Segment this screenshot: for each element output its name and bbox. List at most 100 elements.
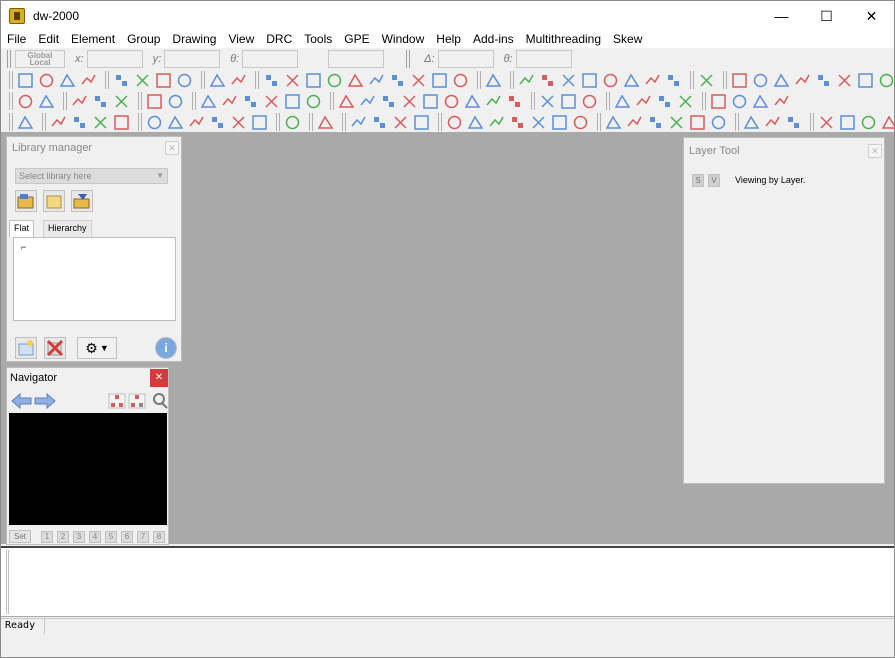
toolbar-separator[interactable] [9,113,13,131]
zoom-tool-icon[interactable] [392,114,409,131]
output-grip[interactable] [6,550,9,614]
toolbar-separator[interactable] [138,113,142,131]
route-tool-icon[interactable] [485,93,502,110]
zoom-tool-icon[interactable] [605,114,622,131]
menu-group[interactable]: Group [121,31,166,48]
toolbar-separator[interactable] [735,113,739,131]
zoom-tool-icon[interactable] [71,93,88,110]
shape-tool-icon[interactable] [626,114,643,131]
menu-tools[interactable]: Tools [298,31,338,48]
shape-tool-icon[interactable] [146,93,163,110]
shape-tool-icon[interactable] [422,93,439,110]
bookmark-7-button[interactable]: 7 [137,530,149,543]
menu-edit[interactable]: Edit [32,31,65,48]
menu-help[interactable]: Help [430,31,467,48]
layer-select-button[interactable]: S [692,174,704,187]
toolbar-separator[interactable] [477,71,481,89]
zoom-tool-icon[interactable] [857,72,874,89]
shape-tool-icon[interactable] [743,114,760,131]
select-tool-icon[interactable] [698,72,715,89]
edit-tool-icon[interactable] [284,114,301,131]
zoom-icon[interactable] [153,393,168,409]
zoom-tool-icon[interactable] [467,114,484,131]
shape-tool-icon[interactable] [752,72,769,89]
new-library-button[interactable] [43,190,65,212]
toolbar-separator[interactable] [255,71,259,89]
toolbar-separator[interactable] [138,92,142,110]
toolbar-separator[interactable] [330,92,334,110]
shape-tool-icon[interactable] [209,72,226,89]
select-tool-icon[interactable] [17,114,34,131]
menu-gpe[interactable]: GPE [338,31,375,48]
route-tool-icon[interactable] [209,114,226,131]
info-button[interactable]: i [155,337,177,359]
shape-tool-icon[interactable] [878,72,895,89]
edit-tool-icon[interactable] [773,72,790,89]
toolbar-separator[interactable] [201,71,205,89]
zoom-tool-icon[interactable] [38,72,55,89]
select-tool-icon[interactable] [506,93,523,110]
menu-element[interactable]: Element [65,31,121,48]
select-tool-icon[interactable] [665,72,682,89]
layer-tool-icon[interactable] [338,93,355,110]
shape-tool-icon[interactable] [71,114,88,131]
bookmark-5-button[interactable]: 5 [105,530,117,543]
edit-tool-icon[interactable] [230,72,247,89]
edit-tool-icon[interactable] [200,93,217,110]
layer-tool-icon[interactable] [410,72,427,89]
shape-tool-icon[interactable] [368,72,385,89]
shape-tool-icon[interactable] [581,72,598,89]
edit-tool-icon[interactable] [113,93,130,110]
select-tool-icon[interactable] [710,114,727,131]
library-list[interactable]: ⌐ [13,237,176,321]
select-tool-icon[interactable] [539,72,556,89]
select-tool-icon[interactable] [881,114,895,131]
bookmark-4-button[interactable]: 4 [89,530,101,543]
toolbar-grip[interactable] [406,50,411,68]
edit-tool-icon[interactable] [764,114,781,131]
toolbar-grip[interactable] [7,50,11,68]
bookmark-1-button[interactable]: 1 [41,530,53,543]
toolbar-separator[interactable] [192,92,196,110]
layer-tool-icon[interactable] [284,72,301,89]
zoom-tool-icon[interactable] [113,72,130,89]
add-cell-button[interactable] [15,337,37,359]
route-tool-icon[interactable] [644,72,661,89]
shape-tool-icon[interactable] [146,114,163,131]
maximize-button[interactable]: ☐ [804,1,849,31]
shape-tool-icon[interactable] [134,72,151,89]
route-tool-icon[interactable] [689,114,706,131]
toolbar-separator[interactable] [606,92,610,110]
select-tool-icon[interactable] [326,72,343,89]
select-tool-icon[interactable] [371,114,388,131]
layer-tool-icon[interactable] [839,114,856,131]
select-tool-icon[interactable] [614,93,631,110]
output-panel[interactable] [1,546,894,617]
bookmark-3-button[interactable]: 3 [73,530,85,543]
global-local-toggle[interactable]: Global Local [15,50,65,68]
layer-tool-icon[interactable] [176,72,193,89]
extra-field[interactable] [328,50,385,68]
select-tool-icon[interactable] [17,93,34,110]
x-coordinate-field[interactable] [86,50,143,68]
y-coordinate-field[interactable] [164,50,221,68]
tab-hierarchy[interactable]: Hierarchy [43,220,92,237]
edit-tool-icon[interactable] [509,114,526,131]
zoom-tool-icon[interactable] [347,72,364,89]
theta2-field[interactable] [515,50,572,68]
set-button[interactable]: Set [9,530,31,543]
toolbar-separator[interactable] [597,113,601,131]
select-tool-icon[interactable] [446,114,463,131]
menu-window[interactable]: Window [376,31,431,48]
route-tool-icon[interactable] [860,114,877,131]
route-tool-icon[interactable] [305,72,322,89]
toolbar-separator[interactable] [531,92,535,110]
select-tool-icon[interactable] [263,93,280,110]
layer-tool-icon[interactable] [785,114,802,131]
edit-tool-icon[interactable] [167,93,184,110]
zoom-tool-icon[interactable] [251,114,268,131]
select-tool-icon[interactable] [230,114,247,131]
layer-tool-close-button[interactable]: ✕ [868,144,882,158]
layer-tool-icon[interactable] [317,114,334,131]
forward-arrow-icon[interactable] [34,392,56,410]
